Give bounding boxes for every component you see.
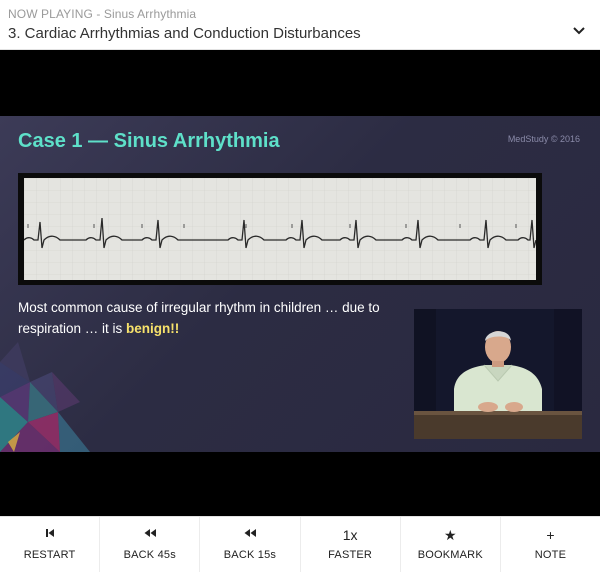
slide-text-main: Most common cause of irregular rhythm in… bbox=[18, 300, 380, 336]
note-label: NOTE bbox=[534, 549, 567, 561]
now-playing-header[interactable]: NOW PLAYING - Sinus Arrhythmia 3. Cardia… bbox=[0, 0, 600, 50]
chevron-down-icon[interactable] bbox=[572, 24, 586, 38]
playback-controls: RESTART BACK 45s BACK 15s 1x FASTER ★ BO… bbox=[0, 516, 600, 572]
star-icon: ★ bbox=[443, 527, 457, 543]
slide-text-highlight: benign!! bbox=[126, 321, 180, 336]
speed-indicator: 1x bbox=[342, 527, 358, 543]
presenter-video-inset bbox=[414, 309, 582, 439]
note-button[interactable]: + NOTE bbox=[501, 517, 600, 572]
rewind-icon bbox=[243, 527, 257, 543]
now-playing-topic: Sinus Arrhythmia bbox=[103, 7, 197, 21]
lecture-title: 3. Cardiac Arrhythmias and Conduction Di… bbox=[8, 25, 361, 42]
now-playing-separator: - bbox=[92, 7, 104, 21]
faster-label: FASTER bbox=[328, 549, 373, 561]
now-playing-label: NOW PLAYING bbox=[8, 7, 93, 21]
back-45s-label: BACK 45s bbox=[123, 549, 176, 561]
bookmark-button[interactable]: ★ BOOKMARK bbox=[401, 517, 501, 572]
video-slide: Case 1 — Sinus Arrhythmia MedStudy © 201… bbox=[0, 116, 600, 452]
now-playing-line: NOW PLAYING - Sinus Arrhythmia bbox=[8, 7, 196, 21]
back-15s-label: BACK 15s bbox=[223, 549, 277, 561]
slide-body-text: Most common cause of irregular rhythm in… bbox=[18, 297, 398, 339]
ecg-strip bbox=[18, 173, 542, 285]
plus-icon: + bbox=[546, 527, 555, 543]
back-45s-button[interactable]: BACK 45s bbox=[100, 517, 201, 572]
ecg-trace bbox=[24, 178, 536, 280]
faster-button[interactable]: 1x FASTER bbox=[301, 517, 401, 572]
slide-title: Case 1 — Sinus Arrhythmia bbox=[18, 130, 280, 152]
skip-start-icon bbox=[44, 527, 56, 543]
restart-label: RESTART bbox=[23, 549, 76, 561]
rewind-icon bbox=[143, 527, 157, 543]
back-15s-button[interactable]: BACK 15s bbox=[200, 517, 301, 572]
video-player[interactable]: Case 1 — Sinus Arrhythmia MedStudy © 201… bbox=[0, 50, 600, 516]
bookmark-label: BOOKMARK bbox=[417, 549, 483, 561]
brand-watermark: MedStudy © 2016 bbox=[507, 134, 580, 144]
restart-button[interactable]: RESTART bbox=[0, 517, 101, 572]
presenter-figure bbox=[414, 309, 582, 439]
ecg-paper bbox=[24, 178, 536, 280]
